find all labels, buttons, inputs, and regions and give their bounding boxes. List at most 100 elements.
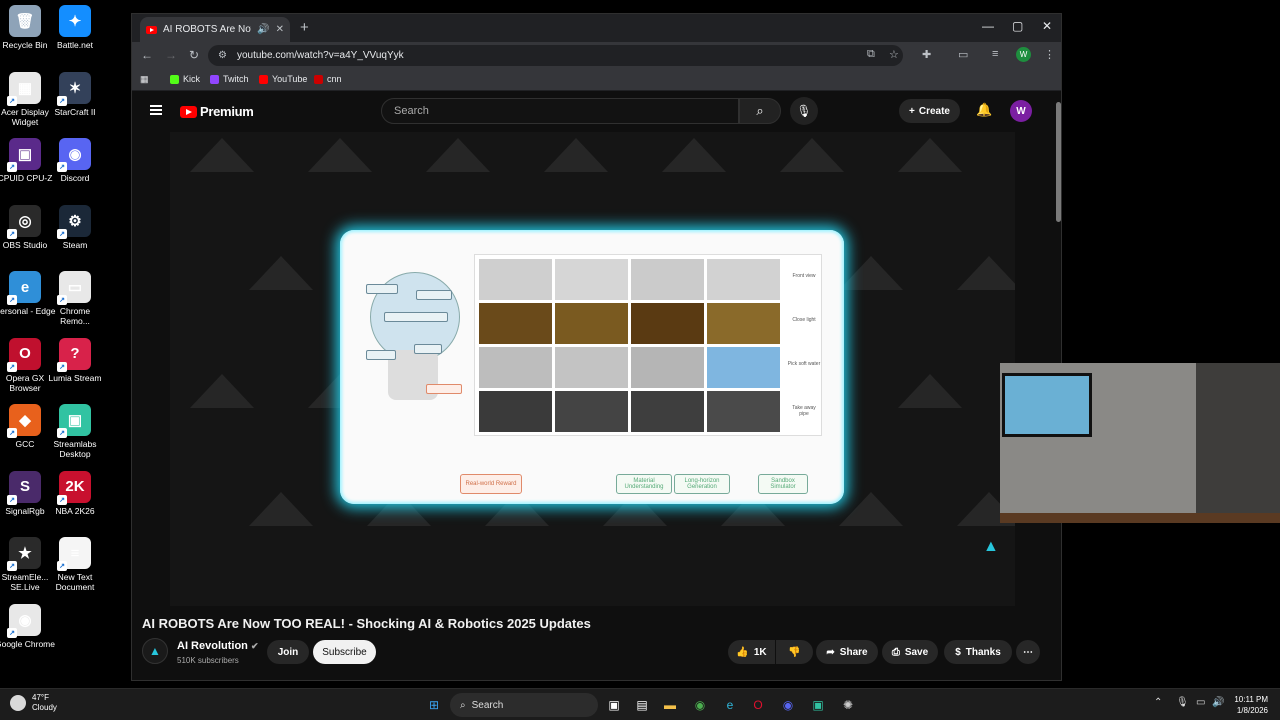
- channel-avatar[interactable]: ▲: [142, 638, 168, 664]
- desktop-icon[interactable]: ▭ ↗ Chrome Remo...: [45, 271, 105, 326]
- desktop-icon[interactable]: ✶ ↗ StarCraft II: [45, 71, 105, 117]
- start-icon[interactable]: ⊞: [424, 695, 444, 715]
- bookmark-kick[interactable]: Kick: [170, 74, 200, 84]
- diagram-note: [366, 350, 396, 360]
- scrollbar-thumb[interactable]: [1056, 102, 1061, 222]
- background-logo-pattern: [544, 138, 608, 172]
- tray-overflow-icon[interactable]: ⌃: [1154, 697, 1162, 708]
- desktop-icon[interactable]: ◉ ↗ Discord: [45, 138, 105, 183]
- microphone-tray-icon[interactable]: 🎙: [1176, 697, 1189, 708]
- search-input[interactable]: Search: [381, 98, 739, 124]
- opera-gx-icon[interactable]: O: [748, 695, 768, 715]
- tab-youtube[interactable]: AI ROBOTS Are Now TOO R 🔊 ✕: [140, 17, 290, 42]
- search-button[interactable]: ⌕: [739, 98, 781, 124]
- forward-icon[interactable]: →: [165, 48, 177, 62]
- chrome-icon[interactable]: ◉: [690, 695, 710, 715]
- widgets-icon[interactable]: ▤: [632, 695, 652, 715]
- file-explorer-icon[interactable]: ▬: [660, 695, 680, 715]
- network-icon[interactable]: ▭: [1196, 697, 1205, 708]
- diagram-note: [426, 384, 462, 394]
- voice-search-button[interactable]: 🎙: [790, 97, 818, 125]
- menu-icon[interactable]: ⋮: [1044, 48, 1055, 61]
- desktop-icon[interactable]: ≡ ↗ New Text Document: [45, 537, 105, 592]
- close-window-icon[interactable]: ✕: [1042, 19, 1052, 33]
- reload-icon[interactable]: ↻: [189, 48, 199, 62]
- join-button[interactable]: Join: [267, 640, 309, 664]
- desktop-icon[interactable]: ▣ ↗ Streamlabs Desktop: [45, 404, 105, 459]
- site-info-icon[interactable]: ⚙: [218, 50, 227, 61]
- new-tab-icon[interactable]: +: [300, 19, 309, 36]
- close-tab-icon[interactable]: ✕: [276, 24, 284, 35]
- reading-list-icon[interactable]: ≡: [992, 48, 998, 60]
- bookmark-star-icon[interactable]: ☆: [889, 48, 899, 61]
- maximize-icon[interactable]: ▢: [1012, 19, 1023, 33]
- taskbar: 47°F Cloudy ⊞ ⌕ Search ▣ ▤ ▬ ◉ e O ◉ ▣ ✺ ⌃…: [0, 688, 1280, 720]
- save-button[interactable]: ⎙ Save: [882, 640, 938, 664]
- speaker-icon[interactable]: 🔊: [257, 24, 269, 35]
- channel-watermark-icon[interactable]: ▲: [983, 538, 999, 556]
- bookmark-twitch[interactable]: Twitch: [210, 74, 249, 84]
- bookmark-cnn[interactable]: cnn: [314, 74, 342, 84]
- app-icon[interactable]: ✺: [838, 695, 858, 715]
- channel-name[interactable]: AI Revolution ✔: [177, 640, 259, 652]
- bookmark-icon: ⎙: [891, 646, 900, 658]
- apps-icon[interactable]: ▦: [140, 74, 149, 85]
- desktop-icon[interactable]: ◉ ↗ Google Chrome: [0, 603, 55, 649]
- subscribe-button[interactable]: Subscribe: [313, 640, 376, 664]
- volume-icon[interactable]: 🔊: [1212, 697, 1224, 708]
- hamburger-menu-icon[interactable]: [150, 105, 162, 115]
- share-button[interactable]: ➦ Share: [816, 640, 878, 664]
- video-player[interactable]: Front view Close light Pick soft water Take…: [170, 132, 1015, 606]
- create-button[interactable]: + Create: [899, 99, 960, 123]
- bookmarks-bar: ▦ Kick Twitch YouTube cnn: [132, 69, 1061, 91]
- clock[interactable]: 10:11 PM 1/8/2026: [1228, 694, 1268, 716]
- desktop-icon[interactable]: 2K ↗ NBA 2K26: [45, 470, 105, 516]
- brand-label: Premium: [200, 104, 254, 119]
- youtube-header: Premium Search ⌕ 🎙 + Create 🔔 W: [132, 92, 1054, 132]
- edge-icon[interactable]: e: [720, 695, 740, 715]
- taskbar-search[interactable]: ⌕ Search: [450, 693, 598, 717]
- desktop-icon[interactable]: ✦ Battle.net: [45, 5, 105, 50]
- address-bar[interactable]: ⚙ youtube.com/watch?v=a4Y_VVuqYyk: [208, 45, 903, 66]
- app-icon: ▭ ↗: [57, 271, 91, 305]
- notifications-bell-icon[interactable]: 🔔: [976, 102, 992, 118]
- app-icon: ✦: [59, 5, 91, 37]
- cast-icon[interactable]: ⧉: [867, 48, 875, 61]
- app-icon: ▣ ↗: [57, 404, 91, 438]
- temperature: 47°F: [32, 693, 49, 702]
- split-view-icon[interactable]: ▭: [958, 48, 968, 61]
- desktop-icon[interactable]: ⚙ ↗ Steam: [45, 204, 105, 250]
- back-icon[interactable]: ←: [141, 48, 153, 62]
- bookmark-label: Kick: [183, 74, 201, 84]
- streamlabs-icon[interactable]: ▣: [808, 695, 828, 715]
- video-slide: Front view Close light Pick soft water Take…: [340, 230, 844, 504]
- youtube-logo[interactable]: Premium: [180, 104, 254, 119]
- microphone-icon: 🎙: [796, 104, 812, 118]
- more-actions-button[interactable]: ⋯: [1016, 640, 1040, 664]
- diagram-note: [416, 290, 452, 300]
- weather-widget[interactable]: 47°F Cloudy: [10, 693, 57, 713]
- extensions-icon[interactable]: ✚: [922, 48, 931, 61]
- grid-image-cell: [631, 347, 704, 388]
- like-count: 1K: [753, 646, 767, 658]
- shortcut-arrow-icon: ↗: [7, 162, 17, 172]
- discord-icon[interactable]: ◉: [778, 695, 798, 715]
- subscriber-count: 510K subscribers: [177, 656, 239, 665]
- like-button[interactable]: 👍 1K: [728, 640, 775, 664]
- minimize-icon[interactable]: —: [982, 19, 994, 33]
- background-logo-pattern: [839, 492, 903, 526]
- background-logo-pattern: [957, 256, 1015, 290]
- shortcut-arrow-icon: ↗: [7, 494, 17, 505]
- browser-window: AI ROBOTS Are Now TOO R 🔊 ✕ + — ▢ ✕ ← → …: [131, 13, 1062, 681]
- app-icon: ★ ↗: [7, 537, 41, 571]
- profile-avatar[interactable]: W: [1016, 47, 1031, 62]
- thumbs-down-icon: 👎: [788, 646, 801, 658]
- bookmark-youtube[interactable]: YouTube: [259, 74, 307, 84]
- task-view-icon[interactable]: ▣: [604, 695, 624, 715]
- grid-image-cell: [479, 259, 552, 300]
- dislike-button[interactable]: 👎: [776, 640, 813, 664]
- account-avatar[interactable]: W: [1010, 100, 1032, 122]
- shortcut-arrow-icon: ↗: [57, 494, 67, 505]
- desktop-icon[interactable]: ? ↗ Lumia Stream: [45, 337, 105, 383]
- thanks-button[interactable]: $ Thanks: [944, 640, 1012, 664]
